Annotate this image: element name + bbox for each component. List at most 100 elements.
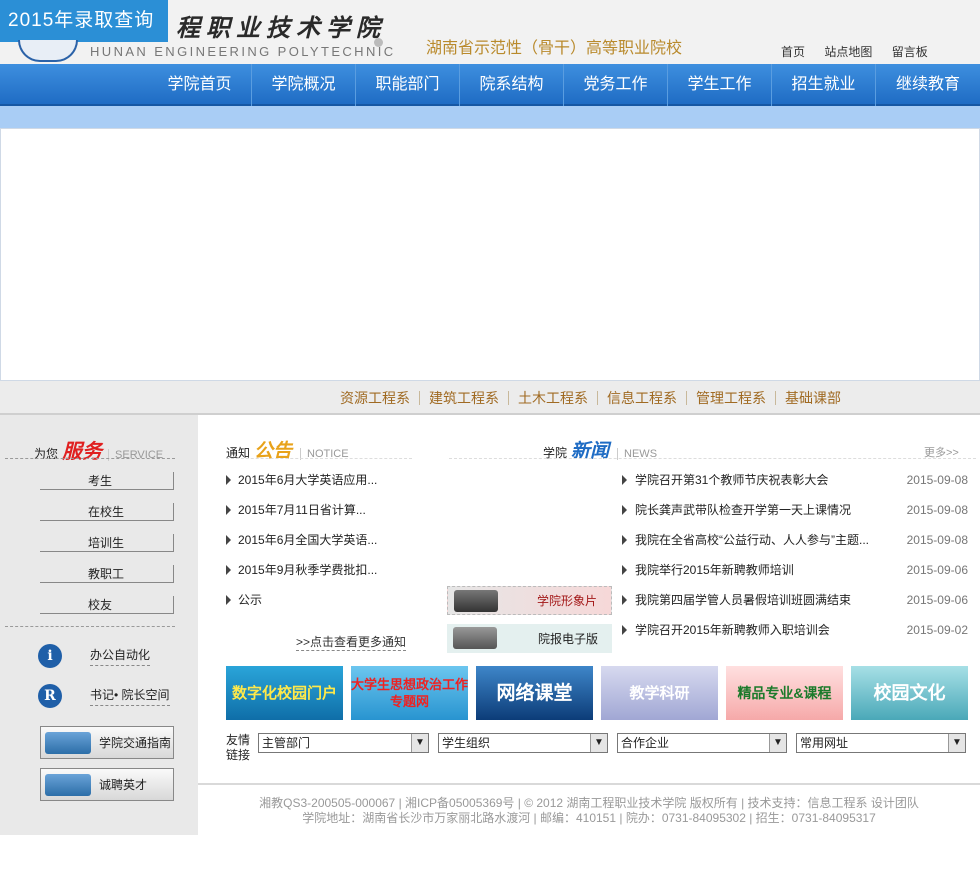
notice-list: 2015年6月大学英语应用... 2015年7月11日省计算... 2015年6…: [226, 470, 426, 620]
news-item[interactable]: 院长龚声武带队检查开学第一天上课情况 2015-09-08: [622, 500, 978, 530]
recruitment-label: 诚聘英才: [99, 778, 148, 792]
bullet-icon: [226, 505, 231, 515]
service-item-staff[interactable]: 教职工: [40, 565, 174, 583]
bullet-icon: [226, 535, 231, 545]
notice-item-text: 2015年9月秋季学费批扣...: [238, 563, 378, 577]
select-common-sites-value: 常用网址: [800, 736, 849, 750]
news-item-date: 2015-09-08: [906, 533, 968, 547]
nav-item-overview[interactable]: 学院概况: [252, 64, 356, 106]
dept-link-architecture[interactable]: 建筑工程系: [419, 391, 508, 405]
news-item[interactable]: 我院在全省高校“公益行动、人人参与”主题... 2015-09-08: [622, 530, 978, 560]
notice-item-text: 2015年6月全国大学英语...: [238, 533, 378, 547]
tile-online-classroom[interactable]: 网络课堂: [476, 666, 593, 720]
school-name-en: HUNAN ENGINEERING POLYTECHNIC: [90, 44, 396, 59]
select-partners[interactable]: 合作企业 ▼: [617, 733, 787, 753]
top-link-home[interactable]: 首页: [781, 45, 805, 59]
notice-item[interactable]: 2015年6月大学英语应用...: [226, 470, 426, 500]
news-list: 学院召开第31个教师节庆祝表彰大会 2015-09-08 院长龚声武带队检查开学第…: [622, 470, 978, 650]
service-title-en: SERVICE: [108, 449, 164, 461]
dept-link-information[interactable]: 信息工程系: [597, 391, 686, 405]
tile-teaching-research[interactable]: 教学科研: [601, 666, 718, 720]
bullet-icon: [226, 565, 231, 575]
nav-item-admissions[interactable]: 招生就业: [772, 64, 876, 106]
news-item-date: 2015-09-06: [906, 563, 968, 577]
bullet-icon: [622, 505, 627, 515]
main-nav: 学院首页 学院概况 职能部门 院系结构 党务工作 学生工作 招生就业 继续教育: [0, 64, 980, 106]
dept-link-basic[interactable]: 基础课部: [775, 391, 850, 405]
college-video-button[interactable]: 学院形象片: [447, 586, 612, 615]
news-item[interactable]: 学院召开2015年新聘教师入职培训会 2015-09-02: [622, 620, 978, 650]
slogan: 湖南省示范性（骨干）高等职业院校: [426, 40, 683, 57]
banner-area: [0, 128, 980, 381]
news-item[interactable]: 我院举行2015年新聘教师培训 2015-09-06: [622, 560, 978, 590]
magnifier-icon: [45, 773, 91, 796]
nav-item-faculties[interactable]: 院系结构: [460, 64, 564, 106]
friend-links-label: 友情链接: [226, 733, 251, 762]
notice-item-text: 2015年6月大学英语应用...: [238, 473, 378, 487]
newspaper-icon: [453, 627, 497, 649]
traffic-guide-button[interactable]: 学院交通指南: [40, 726, 174, 759]
leader-space-link[interactable]: R 书记• 院长空间: [38, 679, 175, 713]
bullet-icon: [226, 595, 231, 605]
dept-link-resource[interactable]: 资源工程系: [340, 391, 419, 405]
service-item-examinee[interactable]: 考生: [40, 472, 174, 490]
feature-tiles: 数字化校园门户 大学生思想政治工作专题网 网络课堂 教学科研 精品专业&课程 校…: [226, 666, 968, 720]
divider: [5, 626, 175, 627]
news-item-title: 学院召开第31个教师节庆祝表彰大会: [635, 473, 829, 487]
nav-item-continuing-edu[interactable]: 继续教育: [876, 64, 980, 106]
news-item-title: 我院在全省高校“公益行动、人人参与”主题...: [635, 533, 869, 547]
notice-item[interactable]: 公示: [226, 590, 426, 620]
news-item-title: 我院第四届学管人员暑假培训班圆满结束: [635, 593, 852, 607]
select-authority[interactable]: 主管部门 ▼: [258, 733, 429, 753]
service-item-student[interactable]: 在校生: [40, 503, 174, 521]
college-newspaper-label: 院报电子版: [537, 632, 598, 646]
service-title-big: 服务: [62, 441, 103, 463]
notice-item[interactable]: 2015年9月秋季学费批扣...: [226, 560, 426, 590]
news-item[interactable]: 学院召开第31个教师节庆祝表彰大会 2015-09-08: [622, 470, 978, 500]
registered-mark: [374, 38, 383, 47]
news-item[interactable]: 我院第四届学管人员暑假培训班圆满结束 2015-09-06: [622, 590, 978, 620]
notice-item[interactable]: 2015年7月11日省计算...: [226, 500, 426, 530]
page: 2015年录取查询 程职业技术学院 HUNAN ENGINEERING POLY…: [0, 0, 980, 891]
nav-item-students[interactable]: 学生工作: [668, 64, 772, 106]
chevron-down-icon: ▼: [769, 734, 786, 752]
service-title: 为您 服务 SERVICE: [34, 435, 164, 464]
top-link-guestbook[interactable]: 留言板: [892, 45, 928, 59]
news-item-title: 学院召开2015年新聘教师入职培训会: [635, 623, 830, 637]
tile-campus-culture[interactable]: 校园文化: [851, 666, 968, 720]
recruitment-button[interactable]: 诚聘英才: [40, 768, 174, 801]
footer-divider: [198, 783, 980, 785]
news-item-date: 2015-09-02: [906, 623, 968, 637]
admission-query-badge[interactable]: 2015年录取查询: [0, 0, 168, 42]
college-video-label: 学院形象片: [536, 594, 597, 608]
more-notices-link[interactable]: >>点击查看更多通知: [296, 633, 407, 651]
bullet-icon: [622, 595, 627, 605]
bullet-icon: [622, 625, 627, 635]
divider: [226, 458, 412, 459]
service-item-alumni[interactable]: 校友: [40, 596, 174, 614]
select-common-sites[interactable]: 常用网址 ▼: [796, 733, 966, 753]
leader-space-icon: R: [38, 684, 62, 708]
nav-item-party[interactable]: 党务工作: [564, 64, 668, 106]
notice-item[interactable]: 2015年6月全国大学英语...: [226, 530, 426, 560]
chevron-down-icon: ▼: [411, 734, 428, 752]
notice-item-text: 公示: [238, 593, 263, 607]
leader-space-label: 书记• 院长空间: [90, 686, 170, 706]
college-newspaper-button[interactable]: 院报电子版: [447, 624, 612, 653]
dept-link-management[interactable]: 管理工程系: [686, 391, 775, 405]
news-item-title: 我院举行2015年新聘教师培训: [635, 563, 794, 577]
select-student-org[interactable]: 学生组织 ▼: [438, 733, 608, 753]
dept-link-civil[interactable]: 土木工程系: [508, 391, 597, 405]
tile-ideology-politics[interactable]: 大学生思想政治工作专题网: [351, 666, 468, 720]
nav-item-departments[interactable]: 职能部门: [356, 64, 460, 106]
camera-icon: [454, 590, 498, 612]
chevron-down-icon: ▼: [590, 734, 607, 752]
nav-item-home[interactable]: 学院首页: [148, 64, 252, 106]
tile-digital-campus[interactable]: 数字化校园门户: [226, 666, 343, 720]
service-item-trainee[interactable]: 培训生: [40, 534, 174, 552]
top-links: 首页 站点地图 留言板: [781, 43, 944, 60]
office-automation-link[interactable]: i 办公自动化: [38, 639, 175, 673]
nav-underbar: [0, 106, 980, 128]
tile-quality-courses[interactable]: 精品专业&课程: [726, 666, 843, 720]
top-link-sitemap[interactable]: 站点地图: [824, 45, 872, 59]
